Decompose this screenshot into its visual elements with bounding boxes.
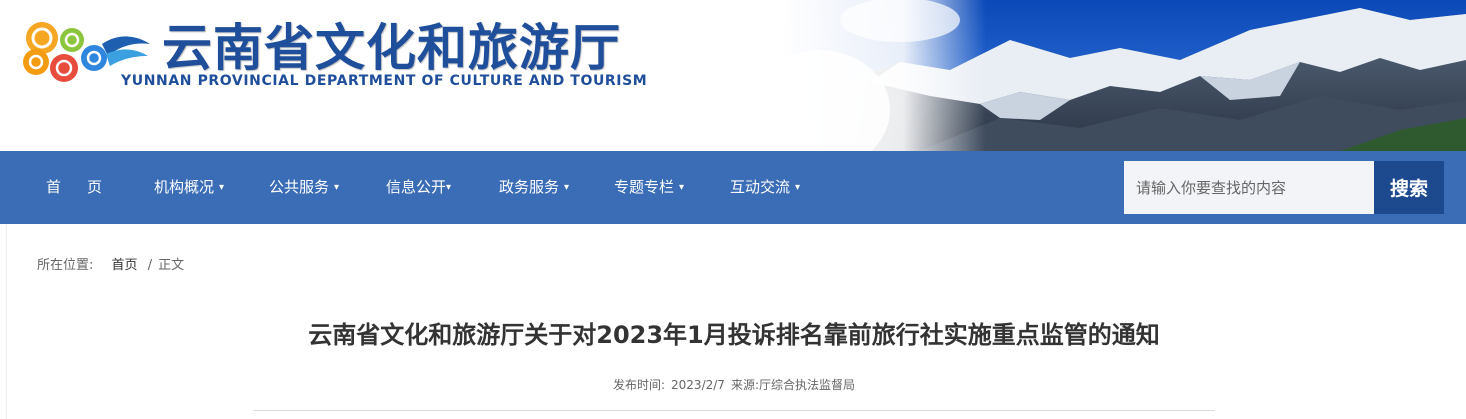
nav-item-government-services[interactable]: 政务服务 ▾ — [499, 151, 569, 224]
nav-item-label: 专题专栏 — [614, 178, 675, 196]
chevron-down-icon: ▾ — [446, 182, 452, 193]
nav-item-interaction[interactable]: 互动交流 ▾ — [730, 151, 800, 224]
article-content-area: 所在位置: 首页 / 正文 云南省文化和旅游厅关于对2023年1月投诉排名靠前旅行… — [6, 224, 1466, 419]
breadcrumb: 所在位置: 首页 / 正文 — [37, 254, 184, 273]
nav-item-public-services[interactable]: 公共服务 ▾ — [269, 151, 339, 224]
nav-item-home[interactable]: 首页 — [46, 151, 128, 224]
source-label: 来源: — [730, 378, 759, 392]
search-input[interactable] — [1124, 161, 1374, 214]
chevron-down-icon: ▾ — [679, 182, 685, 193]
article-source: 厅综合执法监督局 — [758, 378, 855, 392]
nav-item-label: 互动交流 — [730, 178, 791, 196]
chevron-down-icon: ▾ — [564, 182, 570, 193]
chevron-down-icon: ▾ — [334, 182, 340, 193]
breadcrumb-home-link[interactable]: 首页 — [112, 258, 138, 273]
site-subtitle: YUNNAN PROVINCIAL DEPARTMENT OF CULTURE … — [121, 73, 648, 89]
site-header-banner: 云南省文化和旅游厅 YUNNAN PROVINCIAL DEPARTMENT O… — [0, 0, 1466, 151]
site-title: 云南省文化和旅游厅 — [162, 19, 621, 77]
breadcrumb-current: 正文 — [158, 258, 185, 273]
nav-item-label: 公共服务 — [269, 178, 330, 196]
article-title: 云南省文化和旅游厅关于对2023年1月投诉排名靠前旅行社实施重点监管的通知 — [308, 321, 1160, 349]
publish-date: 2023/2/7 — [671, 378, 725, 392]
breadcrumb-prefix: 所在位置: — [37, 258, 94, 273]
snow-mountain-banner-image — [780, 0, 1466, 151]
search-button[interactable]: 搜索 — [1374, 161, 1444, 214]
chevron-down-icon: ▾ — [795, 182, 801, 193]
publish-label: 发布时间: — [612, 378, 666, 392]
main-nav-bar: 首页 机构概况▾ 公共服务▾ 信息公开▾ 政务服务▾ 专题专栏▾ 互动交流▾ 搜… — [0, 151, 1466, 224]
title-divider — [253, 410, 1215, 411]
chevron-down-icon: ▾ — [219, 182, 225, 193]
nav-item-label: 政务服务 — [499, 178, 560, 196]
nav-item-special-topics[interactable]: 专题专栏 ▾ — [614, 151, 684, 224]
nav-item-organization[interactable]: 机构概况 ▾ — [154, 151, 224, 224]
nav-item-label: 信息公开 — [386, 178, 447, 196]
nav-item-info-disclosure[interactable]: 信息公开▾ — [386, 151, 451, 224]
article-meta: 发布时间: 2023/2/7 来源:厅综合执法监督局 — [1, 376, 1466, 393]
nav-item-label: 机构概况 — [154, 178, 215, 196]
breadcrumb-separator: / — [147, 258, 153, 273]
